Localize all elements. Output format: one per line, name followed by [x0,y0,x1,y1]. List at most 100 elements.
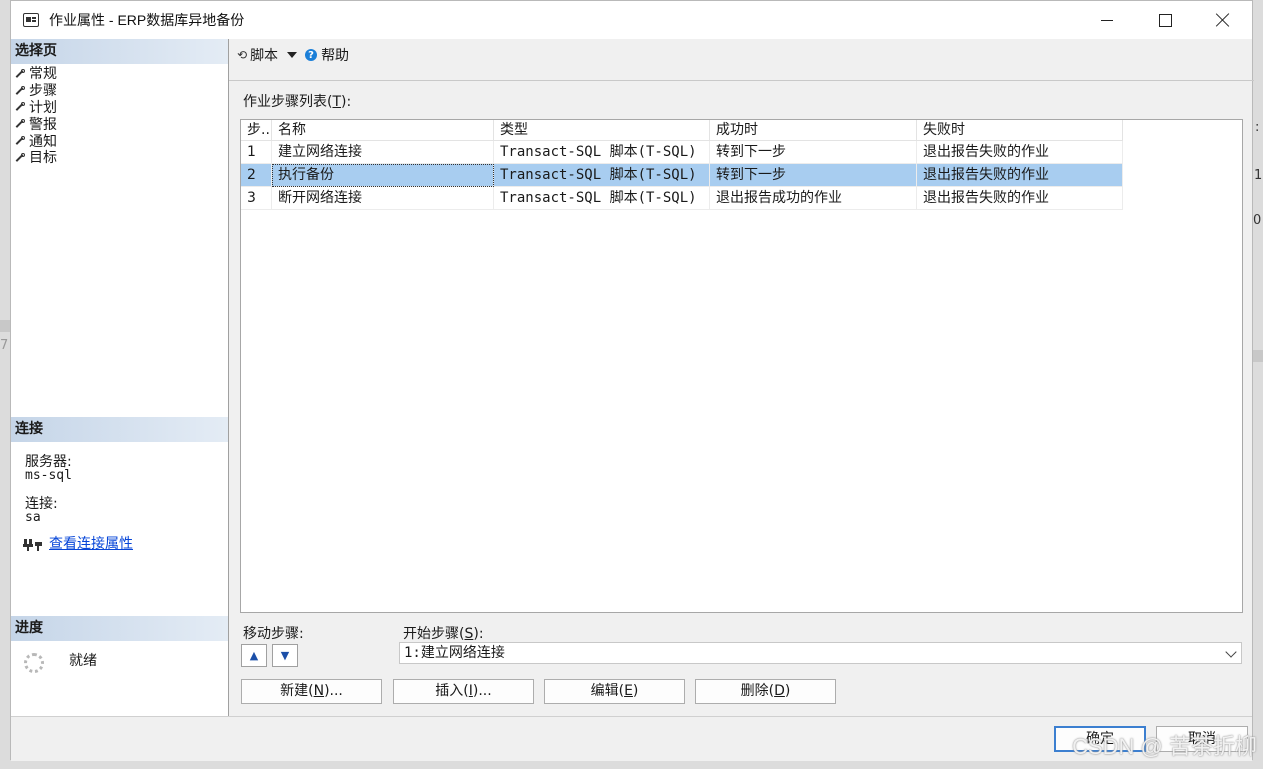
progress-status: 就绪 [69,653,97,669]
type-cell: Transact-SQL 脚本(T-SQL) [494,187,710,210]
nav-item-notifications[interactable]: 通知 [15,133,57,150]
move-step-label: 移动步骤: [243,626,304,642]
background-text-fragment: 7 [0,338,9,353]
on-success-cell: 退出报告成功的作业 [710,187,917,210]
move-step-up-button[interactable]: ▲ [241,644,267,667]
column-header-step[interactable]: 步... [241,120,272,141]
wrench-icon [15,68,25,79]
move-step-down-button[interactable]: ▼ [272,644,298,667]
progress-spinner-icon [24,653,44,673]
nav-item-label: 目标 [29,150,57,167]
on-failure-cell: 退出报告失败的作业 [917,187,1123,210]
maximize-button[interactable] [1136,1,1194,39]
wrench-icon [15,119,25,129]
title-bar[interactable]: 作业属性 - ERP数据库异地备份 [11,1,1252,39]
insert-step-button[interactable]: 插入(I)... [393,679,534,704]
left-panel: 选择页 常规 步骤 计划 警报 通知 目标 连接 服务器: ms-sql 连接:… [11,39,229,716]
toolbar-items: ⟲ 脚本 ? 帮助 [237,45,349,65]
nav-item-schedules[interactable]: 计划 [15,100,57,117]
script-button[interactable]: 脚本 [250,45,278,65]
close-button[interactable] [1194,1,1252,39]
step-cell: 2 [241,164,272,187]
view-connection-properties-link[interactable]: 查看连接属性 [49,533,133,553]
job-steps-grid[interactable]: 步... 名称 类型 成功时 失败时 1 建立网络连接 Transact-SQL… [240,119,1243,613]
server-value: ms-sql [25,468,72,483]
wrench-icon [15,136,25,146]
nav-item-label: 步骤 [29,83,57,100]
help-icon: ? [305,49,318,61]
job-properties-dialog: 作业属性 - ERP数据库异地备份 选择页 常规 步骤 计划 警报 通知 目标 … [10,0,1254,761]
nav-item-label: 计划 [29,99,57,116]
on-failure-cell: 退出报告失败的作业 [917,164,1123,187]
watermark: CSDN @ 苦茶折柳 [1072,734,1257,759]
on-success-cell: 转到下一步 [710,164,917,187]
button-label-end: ) [784,683,791,699]
nav-item-alerts[interactable]: 警报 [15,116,57,133]
maximize-icon [1158,13,1172,27]
start-step-select[interactable]: 1:建立网络连接 [399,642,1242,664]
type-cell: Transact-SQL 脚本(T-SQL) [494,141,710,164]
wrench-icon [15,102,25,112]
button-label-end: )... [472,683,492,699]
nav-item-general[interactable]: 常规 [15,66,57,83]
column-header-name[interactable]: 名称 [272,120,494,141]
button-label: 删除( [740,683,775,699]
chevron-down-icon [1225,646,1237,658]
button-accesskey: N [313,683,325,699]
delete-step-button[interactable]: 删除(D) [695,679,836,704]
job-step-list-label-end: ): [341,94,352,110]
start-step-label-text: 开始步骤( [403,626,465,642]
background-text-fragment: 0 [1253,213,1262,228]
minimize-icon [1101,19,1113,21]
new-step-button[interactable]: 新建(N)... [241,679,382,704]
minimize-button[interactable] [1078,1,1136,39]
edit-step-button[interactable]: 编辑(E) [544,679,685,704]
step-cell: 3 [241,187,272,210]
start-step-label: 开始步骤(S): [403,623,484,643]
script-dropdown-icon[interactable] [287,52,298,58]
help-button[interactable]: 帮助 [321,45,349,65]
name-cell: 执行备份 [272,164,494,187]
toolbar: ⟲ 脚本 ? 帮助 [229,39,1254,81]
button-label-end: )... [324,683,343,699]
script-icon: ⟲ [237,48,248,62]
on-failure-cell: 退出报告失败的作业 [917,141,1123,164]
button-label: 插入( [435,683,469,699]
column-header-on-success[interactable]: 成功时 [710,120,917,141]
connection-value: sa [25,510,41,525]
table-row[interactable]: 1 建立网络连接 Transact-SQL 脚本(T-SQL) 转到下一步 退出… [241,141,1123,164]
window-icon [23,13,39,27]
progress-header: 进度 [11,616,228,641]
nav-item-label: 警报 [29,116,57,133]
window-title: 作业属性 - ERP数据库异地备份 [49,12,245,28]
type-cell: Transact-SQL 脚本(T-SQL) [494,164,710,187]
background-text-fragment: 1 [1254,168,1263,183]
connection-plug-icon [23,539,42,551]
background-text-fragment: : [1255,120,1260,135]
arrow-down-icon: ▼ [280,649,290,662]
button-accesskey: D [774,683,785,699]
page-nav: 常规 步骤 计划 警报 通知 目标 [15,66,57,167]
connection-header: 连接 [11,417,228,442]
table-row[interactable]: 2 执行备份 Transact-SQL 脚本(T-SQL) 转到下一步 退出报告… [241,164,1123,187]
step-cell: 1 [241,141,272,164]
nav-item-targets[interactable]: 目标 [15,150,57,167]
column-header-type[interactable]: 类型 [494,120,710,141]
button-accesskey: E [624,683,633,699]
job-step-list-label-text: 作业步骤列表( [243,94,333,110]
grid-header: 步... 名称 类型 成功时 失败时 [241,120,1123,141]
job-step-list-label-key: T [332,94,342,110]
wrench-icon [15,85,25,96]
background-window-fragment [1253,350,1263,362]
name-cell: 建立网络连接 [272,141,494,164]
column-header-on-failure[interactable]: 失败时 [917,120,1123,141]
on-success-cell: 转到下一步 [710,141,917,164]
nav-item-steps[interactable]: 步骤 [15,83,57,100]
button-label: 新建( [280,683,314,699]
wrench-icon [15,152,25,163]
table-row[interactable]: 3 断开网络连接 Transact-SQL 脚本(T-SQL) 退出报告成功的作… [241,187,1123,210]
background-window-fragment [0,320,10,332]
button-label-end: ) [632,683,639,699]
start-step-value: 1:建立网络连接 [404,645,505,661]
nav-item-label: 通知 [29,133,57,150]
